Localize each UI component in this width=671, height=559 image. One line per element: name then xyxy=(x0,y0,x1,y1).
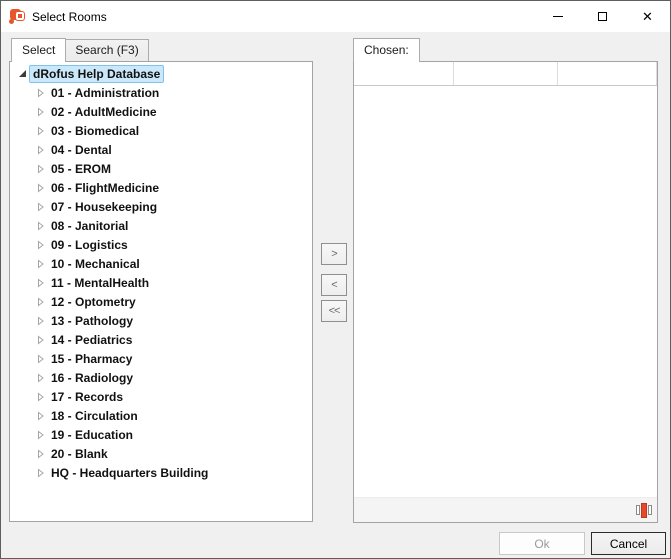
tree-item-label[interactable]: 10 - Mechanical xyxy=(48,256,143,272)
tree-item[interactable]: 10 - Mechanical xyxy=(10,254,312,273)
tree-item[interactable]: 11 - MentalHealth xyxy=(10,273,312,292)
tree-item-label[interactable]: 16 - Radiology xyxy=(48,370,136,386)
tree-item-label[interactable]: 07 - Housekeeping xyxy=(48,199,160,215)
tree-item-label[interactable]: 20 - Blank xyxy=(48,446,111,462)
chevron-right-icon[interactable] xyxy=(34,106,48,118)
tree-item-label[interactable]: 02 - AdultMedicine xyxy=(48,104,160,120)
column-header[interactable] xyxy=(354,62,454,85)
minimize-button[interactable] xyxy=(535,1,580,32)
chosen-grid-header xyxy=(354,62,657,86)
chevron-right-icon[interactable] xyxy=(34,410,48,422)
tree-item-label[interactable]: HQ - Headquarters Building xyxy=(48,465,211,481)
tree-item-label[interactable]: 04 - Dental xyxy=(48,142,115,158)
tree-item[interactable]: 20 - Blank xyxy=(10,444,312,463)
tree-item-label[interactable]: 19 - Education xyxy=(48,427,136,443)
drofus-report-icon[interactable] xyxy=(636,503,652,518)
tree-item-label[interactable]: 09 - Logistics xyxy=(48,237,131,253)
chevron-right-icon[interactable] xyxy=(34,239,48,251)
tree-item[interactable]: 13 - Pathology xyxy=(10,311,312,330)
tree-item-label[interactable]: 05 - EROM xyxy=(48,161,114,177)
chevron-right-icon[interactable] xyxy=(34,144,48,156)
move-right-button[interactable]: > xyxy=(321,243,347,265)
tree-item-label[interactable]: 18 - Circulation xyxy=(48,408,141,424)
chevron-right-icon[interactable] xyxy=(34,448,48,460)
minimize-icon xyxy=(553,16,563,17)
tree-item[interactable]: 03 - Biomedical xyxy=(10,121,312,140)
move-left-button[interactable]: < xyxy=(321,274,347,296)
tree-item-label[interactable]: 03 - Biomedical xyxy=(48,123,142,139)
tree-root-row[interactable]: dRofus Help Database xyxy=(10,64,312,83)
tree-item[interactable]: 17 - Records xyxy=(10,387,312,406)
column-header[interactable] xyxy=(558,62,657,85)
tree-item[interactable]: 19 - Education xyxy=(10,425,312,444)
chevron-right-icon[interactable] xyxy=(34,220,48,232)
tree-item[interactable]: 16 - Radiology xyxy=(10,368,312,387)
window-title: Select Rooms xyxy=(32,10,107,24)
tree-item[interactable]: 07 - Housekeeping xyxy=(10,197,312,216)
tree-item[interactable]: 18 - Circulation xyxy=(10,406,312,425)
chevron-right-icon[interactable] xyxy=(34,87,48,99)
tree-item[interactable]: 08 - Janitorial xyxy=(10,216,312,235)
chevron-right-icon[interactable] xyxy=(34,258,48,270)
chosen-grid-body[interactable] xyxy=(354,86,657,497)
select-rooms-dialog: Select Rooms ✕ Select Search (F3) dRofus… xyxy=(0,0,671,559)
tree-item-label[interactable]: 08 - Janitorial xyxy=(48,218,131,234)
tree-item-label[interactable]: 12 - Optometry xyxy=(48,294,139,310)
chevron-right-icon[interactable] xyxy=(34,201,48,213)
tree-item[interactable]: 04 - Dental xyxy=(10,140,312,159)
chevron-right-icon[interactable] xyxy=(34,334,48,346)
move-all-left-button[interactable]: << xyxy=(321,300,347,322)
chevron-right-icon[interactable] xyxy=(34,429,48,441)
chevron-right-icon[interactable] xyxy=(34,182,48,194)
chevron-right-icon[interactable] xyxy=(34,163,48,175)
chevron-expanded-icon[interactable] xyxy=(15,68,29,80)
chevron-right-icon[interactable] xyxy=(34,277,48,289)
tree-item-label[interactable]: 17 - Records xyxy=(48,389,126,405)
chosen-panel xyxy=(353,61,658,523)
tree-item-label[interactable]: 06 - FlightMedicine xyxy=(48,180,162,196)
tree-item-label[interactable]: 14 - Pediatrics xyxy=(48,332,135,348)
close-button[interactable]: ✕ xyxy=(625,1,670,32)
left-tabstrip: Select Search (F3) xyxy=(11,38,148,61)
maximize-button[interactable] xyxy=(580,1,625,32)
chevron-right-icon[interactable] xyxy=(34,315,48,327)
maximize-icon xyxy=(598,12,607,21)
tree-item[interactable]: 06 - FlightMedicine xyxy=(10,178,312,197)
tree-item-label[interactable]: 13 - Pathology xyxy=(48,313,136,329)
tab-select[interactable]: Select xyxy=(11,38,66,62)
chevron-right-icon[interactable] xyxy=(34,353,48,365)
chevron-right-icon[interactable] xyxy=(34,296,48,308)
column-header[interactable] xyxy=(454,62,558,85)
tree-root-label[interactable]: dRofus Help Database xyxy=(29,65,164,83)
chevron-right-icon[interactable] xyxy=(34,125,48,137)
tree-item[interactable]: HQ - Headquarters Building xyxy=(10,463,312,482)
close-icon: ✕ xyxy=(642,10,653,23)
ok-button[interactable]: Ok xyxy=(499,532,585,555)
tab-chosen[interactable]: Chosen: xyxy=(353,38,420,62)
chosen-grid-footer xyxy=(354,497,657,522)
tree-item-label[interactable]: 15 - Pharmacy xyxy=(48,351,135,367)
tree-item[interactable]: 05 - EROM xyxy=(10,159,312,178)
room-tree-panel: dRofus Help Database 01 - Administration… xyxy=(9,61,313,522)
tree-item[interactable]: 12 - Optometry xyxy=(10,292,312,311)
cancel-button[interactable]: Cancel xyxy=(591,532,666,555)
chevron-right-icon[interactable] xyxy=(34,372,48,384)
drofus-logo-icon xyxy=(9,8,26,25)
chevron-right-icon[interactable] xyxy=(34,467,48,479)
chevron-right-icon[interactable] xyxy=(34,391,48,403)
tree-item[interactable]: 01 - Administration xyxy=(10,83,312,102)
tree-item[interactable]: 02 - AdultMedicine xyxy=(10,102,312,121)
tab-search[interactable]: Search (F3) xyxy=(65,39,148,61)
titlebar: Select Rooms ✕ xyxy=(1,1,670,32)
tree-item-label[interactable]: 01 - Administration xyxy=(48,85,162,101)
tree-item[interactable]: 09 - Logistics xyxy=(10,235,312,254)
tree-item-label[interactable]: 11 - MentalHealth xyxy=(48,275,152,291)
right-tabstrip: Chosen: xyxy=(353,38,419,61)
tree-item[interactable]: 14 - Pediatrics xyxy=(10,330,312,349)
tree-item[interactable]: 15 - Pharmacy xyxy=(10,349,312,368)
